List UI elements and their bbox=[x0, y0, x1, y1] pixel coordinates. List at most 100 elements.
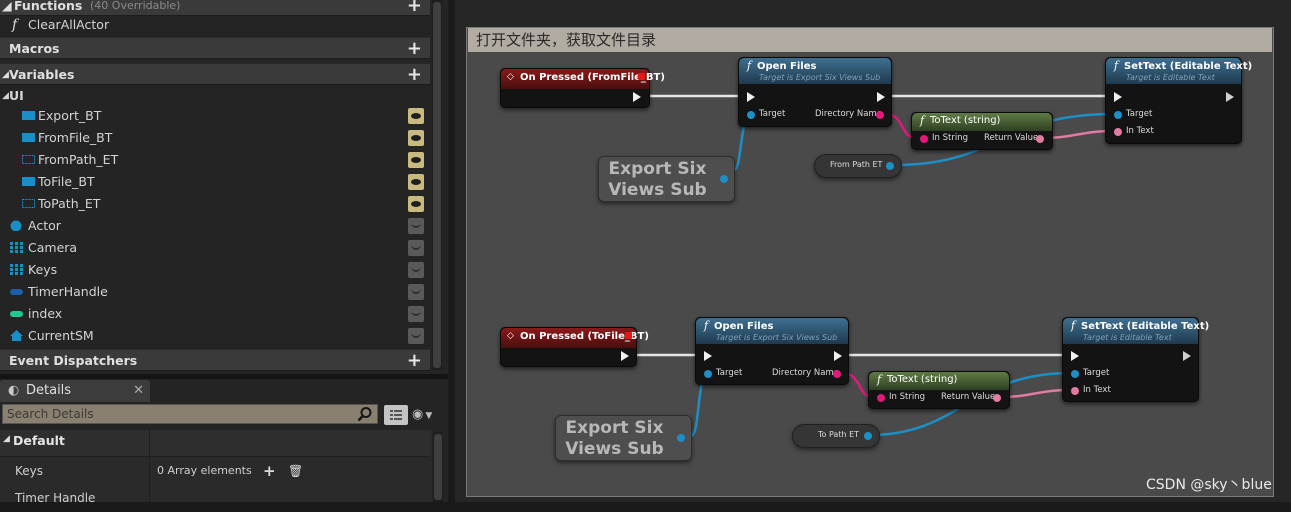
in-text-pin[interactable] bbox=[1071, 387, 1079, 395]
view-options-button[interactable] bbox=[384, 405, 408, 425]
eye-closed-icon[interactable] bbox=[408, 284, 424, 300]
var-topath-et[interactable]: ToPath_ET bbox=[0, 193, 430, 215]
eye-closed-icon[interactable] bbox=[408, 218, 424, 234]
eye-closed-icon[interactable] bbox=[408, 240, 424, 256]
eye-closed-icon[interactable] bbox=[408, 328, 424, 344]
array-grid-icon bbox=[10, 242, 23, 253]
exec-out-pin[interactable] bbox=[877, 92, 885, 102]
eye-icon[interactable] bbox=[408, 108, 424, 124]
eye-icon[interactable] bbox=[408, 130, 424, 146]
exec-out-pin[interactable] bbox=[1183, 351, 1191, 361]
settext-node-1[interactable]: f SetText (Editable Text) Target is Edit… bbox=[1105, 57, 1252, 144]
pin-label: In String bbox=[889, 392, 925, 402]
eye-closed-icon[interactable] bbox=[408, 262, 424, 278]
variables-section[interactable]: ◢ Variables + bbox=[0, 63, 430, 85]
var-frompath-et[interactable]: FromPath_ET bbox=[0, 149, 430, 171]
details-scrollbar[interactable] bbox=[433, 432, 443, 502]
add-variable-icon[interactable]: + bbox=[407, 64, 422, 86]
var-export-bt[interactable]: Export_BT bbox=[0, 105, 430, 127]
target-pin[interactable] bbox=[704, 370, 712, 378]
var-index[interactable]: index bbox=[0, 303, 430, 325]
exec-in-pin[interactable] bbox=[704, 351, 712, 361]
eye-icon[interactable] bbox=[408, 174, 424, 190]
target-pin[interactable] bbox=[1114, 111, 1122, 119]
open-files-node-2[interactable]: f Open Files Target is Export Six Views … bbox=[695, 317, 849, 385]
add-dispatcher-icon[interactable]: + bbox=[407, 350, 422, 372]
self-reference-node-1[interactable]: Export Six Views Sub bbox=[598, 156, 735, 202]
close-icon[interactable]: ✕ bbox=[133, 380, 144, 402]
pin-label: Return Value bbox=[984, 133, 1039, 143]
visibility-filter-button[interactable]: ◉ ▼ bbox=[412, 407, 442, 423]
exec-out-pin[interactable] bbox=[834, 351, 842, 361]
search-details-input[interactable]: Search Details bbox=[2, 404, 378, 424]
eye-closed-icon[interactable] bbox=[408, 306, 424, 322]
event-dispatchers-section[interactable]: Event Dispatchers + bbox=[0, 349, 430, 371]
var-actor[interactable]: Actor bbox=[0, 215, 430, 237]
add-element-icon[interactable]: + bbox=[263, 457, 276, 485]
event-node-tofile[interactable]: ◇ On Pressed (ToFile_BT) bbox=[500, 327, 649, 367]
exec-in-pin[interactable] bbox=[1071, 351, 1079, 361]
var-label: Camera bbox=[28, 240, 78, 255]
var-currentsm[interactable]: CurrentSM bbox=[0, 325, 430, 347]
delegate-pin[interactable] bbox=[638, 73, 645, 80]
scrollbar-thumb[interactable] bbox=[433, 2, 441, 368]
eye-icon[interactable] bbox=[408, 196, 424, 212]
panel-scrollbar[interactable] bbox=[432, 0, 442, 370]
self-reference-node-2[interactable]: Export Six Views Sub bbox=[555, 415, 692, 461]
function-item[interactable]: f ClearAllActor bbox=[0, 14, 430, 36]
text-widget-icon bbox=[22, 155, 35, 164]
eye-icon[interactable] bbox=[408, 152, 424, 168]
ui-group[interactable]: ◢ UI bbox=[0, 85, 430, 107]
object-out-pin[interactable] bbox=[720, 175, 728, 183]
event-diamond-icon: ◇ bbox=[507, 331, 514, 341]
my-blueprint-panel: ◢ Functions (40 Overridable) + f ClearAl… bbox=[0, 0, 448, 505]
exec-out-pin[interactable] bbox=[633, 92, 641, 102]
exec-in-pin[interactable] bbox=[1114, 92, 1122, 102]
macros-section[interactable]: Macros + bbox=[0, 37, 430, 59]
watermark: CSDN @sky丶blue bbox=[1146, 477, 1272, 493]
pin-label: In String bbox=[932, 133, 968, 143]
directory-name-pin[interactable] bbox=[833, 370, 841, 378]
directory-name-pin[interactable] bbox=[876, 111, 884, 119]
node-title: Open Files bbox=[757, 61, 817, 72]
event-node-fromfile[interactable]: ◇ On Pressed (FromFile_BT) bbox=[500, 68, 665, 108]
details-tab[interactable]: ◐ Details ✕ bbox=[0, 380, 150, 402]
node-subtitle: Target is Editable Text bbox=[1126, 73, 1215, 82]
var-timerhandle[interactable]: TimerHandle bbox=[0, 281, 430, 303]
default-category[interactable]: ◢ Default bbox=[0, 430, 430, 457]
object-out-pin[interactable] bbox=[886, 162, 894, 170]
details-icon: ◐ bbox=[8, 383, 20, 398]
trash-icon[interactable]: 🗑 bbox=[288, 457, 303, 485]
search-icon[interactable] bbox=[357, 406, 373, 422]
in-string-pin[interactable] bbox=[877, 394, 885, 402]
settext-node-2[interactable]: f SetText (Editable Text) Target is Edit… bbox=[1062, 317, 1209, 402]
target-pin[interactable] bbox=[1071, 370, 1079, 378]
return-value-pin[interactable] bbox=[1036, 135, 1044, 143]
add-macro-icon[interactable]: + bbox=[407, 38, 422, 60]
to-path-et-getter[interactable]: To Path ET bbox=[792, 424, 880, 448]
node-subtitle: Target is Export Six Views Sub bbox=[716, 333, 838, 342]
var-tofile-bt[interactable]: ToFile_BT bbox=[0, 171, 430, 193]
comment-title[interactable]: 打开文件夹，获取文件目录 bbox=[468, 28, 1272, 52]
open-files-node-1[interactable]: f Open Files Target is Export Six Views … bbox=[738, 57, 892, 127]
var-label: CurrentSM bbox=[28, 328, 94, 343]
var-fromfile-bt[interactable]: FromFile_BT bbox=[0, 127, 430, 149]
object-out-pin[interactable] bbox=[677, 434, 685, 442]
var-keys[interactable]: Keys bbox=[0, 259, 430, 281]
scrollbar-thumb[interactable] bbox=[434, 434, 442, 500]
exec-out-pin[interactable] bbox=[1226, 92, 1234, 102]
in-text-pin[interactable] bbox=[1114, 128, 1122, 136]
var-camera[interactable]: Camera bbox=[0, 237, 430, 259]
return-value-pin[interactable] bbox=[993, 394, 1001, 402]
from-path-et-getter[interactable]: From Path ET bbox=[814, 154, 902, 178]
var-label: ToPath_ET bbox=[38, 196, 101, 211]
exec-in-pin[interactable] bbox=[747, 92, 755, 102]
totext-node-2[interactable]: f ToText (string) In String Return Value bbox=[868, 371, 1010, 409]
delegate-pin[interactable] bbox=[625, 332, 632, 339]
object-out-pin[interactable] bbox=[864, 432, 872, 440]
totext-node-1[interactable]: f ToText (string) In String Return Value bbox=[911, 112, 1053, 150]
array-grid-icon bbox=[10, 264, 23, 275]
target-pin[interactable] bbox=[747, 111, 755, 119]
in-string-pin[interactable] bbox=[920, 135, 928, 143]
exec-out-pin[interactable] bbox=[621, 351, 629, 361]
